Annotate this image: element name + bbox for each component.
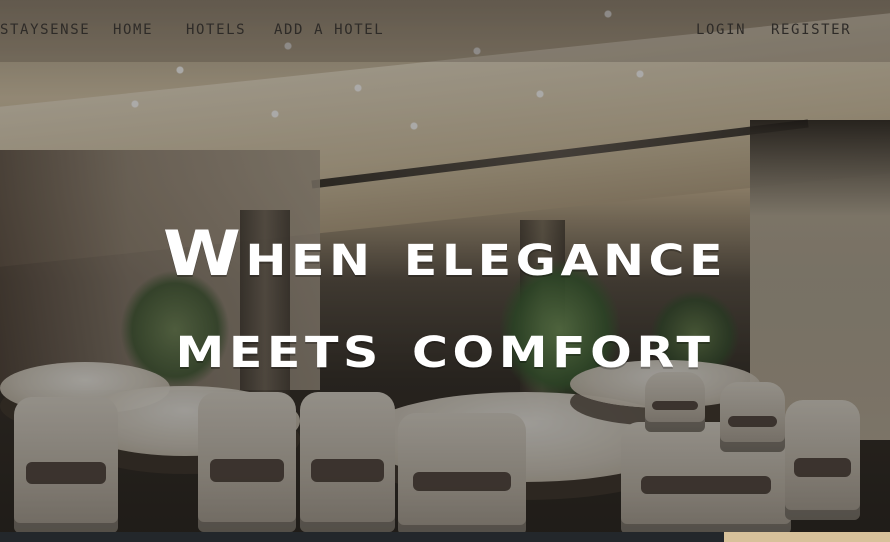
brand-logo-link[interactable]: STAYSENSE xyxy=(0,19,90,41)
nav-link-home[interactable]: HOME xyxy=(113,19,153,41)
bottom-section-edge xyxy=(0,532,890,542)
page: STAYSENSE HOME HOTELS ADD A HOTEL LOGIN … xyxy=(0,0,890,542)
bottom-accent-block xyxy=(724,532,890,542)
hero-title-line-1: When elegance xyxy=(162,217,728,290)
nav-link-add-a-hotel[interactable]: ADD A HOTEL xyxy=(274,19,384,41)
hero-title-line-2: meets comfort xyxy=(175,309,715,382)
nav-link-register[interactable]: REGISTER xyxy=(771,19,851,41)
top-navbar: STAYSENSE HOME HOTELS ADD A HOTEL LOGIN … xyxy=(0,0,890,62)
nav-link-login[interactable]: LOGIN xyxy=(696,19,746,41)
nav-link-hotels[interactable]: HOTELS xyxy=(186,19,246,41)
